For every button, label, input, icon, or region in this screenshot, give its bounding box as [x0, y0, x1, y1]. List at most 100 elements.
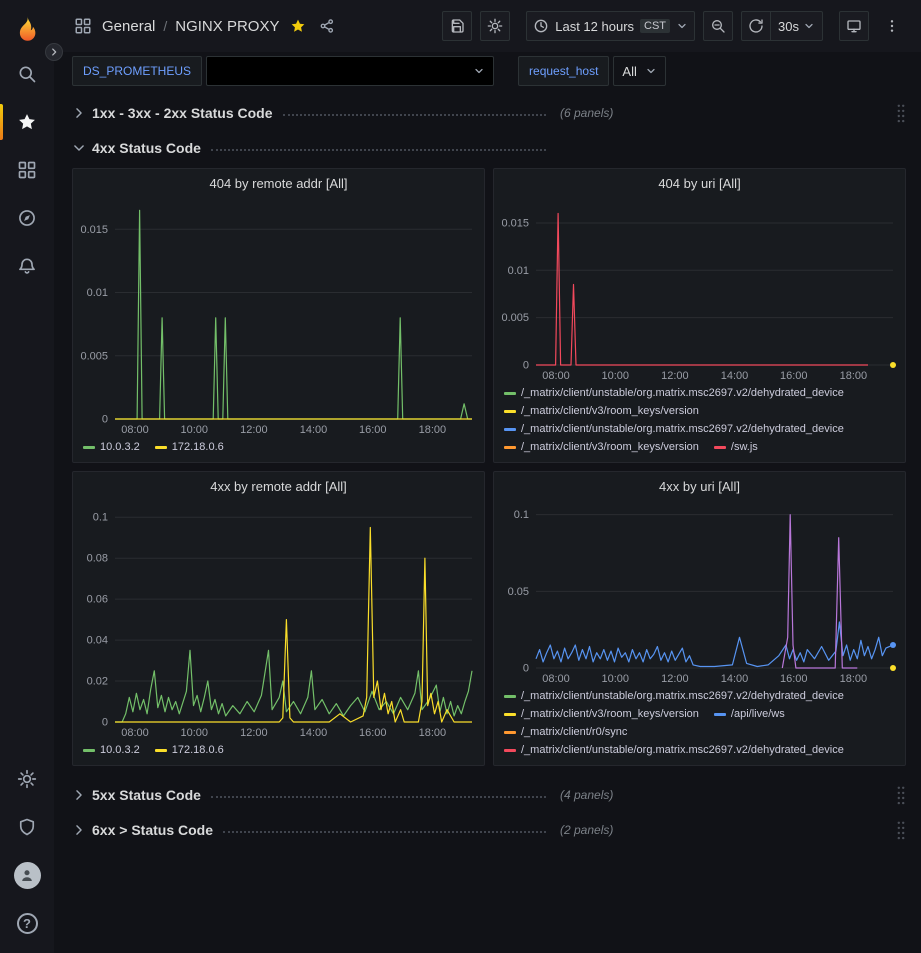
svg-text:14:00: 14:00 [721, 673, 749, 685]
grafana-logo[interactable] [12, 14, 42, 44]
chevron-right-icon [72, 823, 86, 837]
legend-item[interactable]: /_matrix/client/v3/room_keys/version [504, 404, 699, 419]
breadcrumb-dashboard-title[interactable]: NGINX PROXY [175, 18, 279, 35]
sidebar-item-server-admin[interactable] [0, 803, 54, 851]
time-range-picker[interactable]: Last 12 hours CST [526, 11, 695, 41]
datasource-select[interactable] [206, 56, 494, 86]
svg-text:08:00: 08:00 [121, 727, 149, 739]
legend-series-label: 10.0.3.2 [100, 743, 140, 758]
avatar [14, 862, 41, 889]
variables-bar: DS_PROMETHEUS request_host All [54, 52, 921, 90]
row-dotted-line [211, 149, 546, 151]
legend-series-color [155, 446, 167, 449]
panel-title[interactable]: 4xx by remote addr [All] [73, 472, 484, 497]
bell-icon [17, 256, 37, 276]
breadcrumb: General / NGINX PROXY [74, 17, 335, 35]
kebab-menu-button[interactable] [877, 11, 907, 41]
chart-404-by-uri[interactable]: 00.0050.010.01508:0010:0012:0014:0016:00… [494, 194, 905, 383]
person-icon [18, 866, 36, 884]
shield-icon [17, 817, 37, 837]
legend-item[interactable]: /_matrix/client/unstable/org.matrix.msc2… [504, 422, 844, 437]
apps-grid-icon [74, 17, 92, 35]
dashboard-row-5xx: 5xx Status Code (4 panels) [72, 780, 906, 810]
legend-series-label: /_matrix/client/v3/room_keys/version [521, 707, 699, 722]
panel-4xx-by-remote-addr: 4xx by remote addr [All] 00.020.040.060.… [72, 471, 485, 766]
panel-title[interactable]: 404 by uri [All] [494, 169, 905, 194]
sidebar-expand-button[interactable] [45, 43, 63, 61]
chevron-right-icon [49, 47, 59, 57]
legend-item[interactable]: /_matrix/client/unstable/org.matrix.msc2… [504, 689, 844, 704]
row-dotted-line [283, 114, 546, 116]
gear-icon [487, 18, 503, 34]
save-dashboard-button[interactable] [442, 11, 472, 41]
dashboards-grid-icon [17, 160, 37, 180]
chart-4xx-by-remote-addr[interactable]: 00.020.040.060.080.108:0010:0012:0014:00… [73, 497, 484, 740]
legend-item[interactable]: /_matrix/client/unstable/org.matrix.msc2… [504, 743, 844, 758]
row-toggle-5xx[interactable]: 5xx Status Code [72, 787, 550, 803]
svg-text:16:00: 16:00 [359, 424, 387, 436]
drag-dots-icon [896, 103, 906, 124]
svg-text:14:00: 14:00 [721, 370, 749, 382]
row-dotted-line [211, 796, 546, 798]
favorite-star-button[interactable] [290, 18, 306, 34]
legend-item[interactable]: 10.0.3.2 [83, 440, 140, 455]
row-panel-count: (2 panels) [560, 823, 613, 837]
help-icon: ? [17, 913, 38, 934]
legend-series-label: /_matrix/client/unstable/org.matrix.msc2… [521, 689, 844, 704]
flame-icon [12, 14, 42, 44]
svg-text:16:00: 16:00 [780, 370, 808, 382]
chevron-down-icon [676, 20, 688, 32]
row-drag-handle[interactable] [896, 785, 906, 806]
chart-404-by-remote-addr[interactable]: 00.0050.010.01508:0010:0012:0014:0016:00… [73, 194, 484, 437]
refresh-button[interactable] [742, 12, 770, 40]
request-host-select[interactable]: All [613, 56, 665, 86]
legend-item[interactable]: /_matrix/client/v3/room_keys/version [504, 707, 699, 722]
navbar-actions: Last 12 hours CST 30s [442, 11, 907, 41]
legend-item[interactable]: /_matrix/client/r0/sync [504, 725, 627, 740]
sidebar-item-profile[interactable] [0, 851, 54, 899]
zoom-out-time-button[interactable] [703, 11, 733, 41]
legend-series-color [504, 428, 516, 431]
panel-title[interactable]: 4xx by uri [All] [494, 472, 905, 497]
drag-dots-icon [896, 820, 906, 841]
sidebar-item-explore[interactable] [0, 194, 54, 242]
row-toggle-4xx[interactable]: 4xx Status Code [72, 140, 550, 156]
breadcrumb-folder[interactable]: General [102, 18, 155, 35]
row-toggle-1xx[interactable]: 1xx - 3xx - 2xx Status Code [72, 105, 550, 121]
legend-item[interactable]: /_matrix/client/unstable/org.matrix.msc2… [504, 386, 844, 401]
legend-item[interactable]: 172.18.0.6 [155, 440, 224, 455]
legend-item[interactable]: 172.18.0.6 [155, 743, 224, 758]
sidebar-item-help[interactable]: ? [0, 899, 54, 947]
refresh-interval-dropdown[interactable]: 30s [771, 12, 822, 40]
legend-series-label: /_matrix/client/r0/sync [521, 725, 627, 740]
variable-label: DS_PROMETHEUS [72, 56, 202, 86]
chart-4xx-by-uri[interactable]: 00.050.108:0010:0012:0014:0016:0018:00 [494, 497, 905, 686]
legend-item[interactable]: 10.0.3.2 [83, 743, 140, 758]
grafana-app: ? General / NGINX PROXY [0, 0, 921, 953]
legend-series-color [504, 731, 516, 734]
legend-item[interactable]: /sw.js [714, 440, 758, 455]
panel-title[interactable]: 404 by remote addr [All] [73, 169, 484, 194]
legend-item[interactable]: /_matrix/client/v3/room_keys/version [504, 440, 699, 455]
cycle-view-button[interactable] [839, 11, 869, 41]
row-drag-handle[interactable] [896, 103, 906, 124]
chevron-down-icon [72, 141, 86, 155]
sidebar-item-dashboards[interactable] [0, 146, 54, 194]
legend-series-color [504, 410, 516, 413]
legend-series-label: 172.18.0.6 [172, 743, 224, 758]
legend-item[interactable]: /api/live/ws [714, 707, 785, 722]
row-drag-handle[interactable] [896, 820, 906, 841]
sidebar-item-alerting[interactable] [0, 242, 54, 290]
sidebar-item-starred[interactable] [0, 98, 54, 146]
row-toggle-6xx[interactable]: 6xx > Status Code [72, 822, 550, 838]
main-area: General / NGINX PROXY L [54, 0, 921, 953]
share-dashboard-button[interactable] [319, 18, 335, 34]
timezone-badge: CST [640, 19, 670, 33]
legend-series-color [504, 749, 516, 752]
dashboard-row-4xx: 4xx Status Code [72, 133, 906, 163]
panel-grid: 404 by remote addr [All] 00.0050.010.015… [72, 168, 906, 766]
dashboard-settings-button[interactable] [480, 11, 510, 41]
sidebar-item-configuration[interactable] [0, 755, 54, 803]
svg-text:0.015: 0.015 [501, 217, 529, 229]
panel-404-by-remote-addr: 404 by remote addr [All] 00.0050.010.015… [72, 168, 485, 463]
